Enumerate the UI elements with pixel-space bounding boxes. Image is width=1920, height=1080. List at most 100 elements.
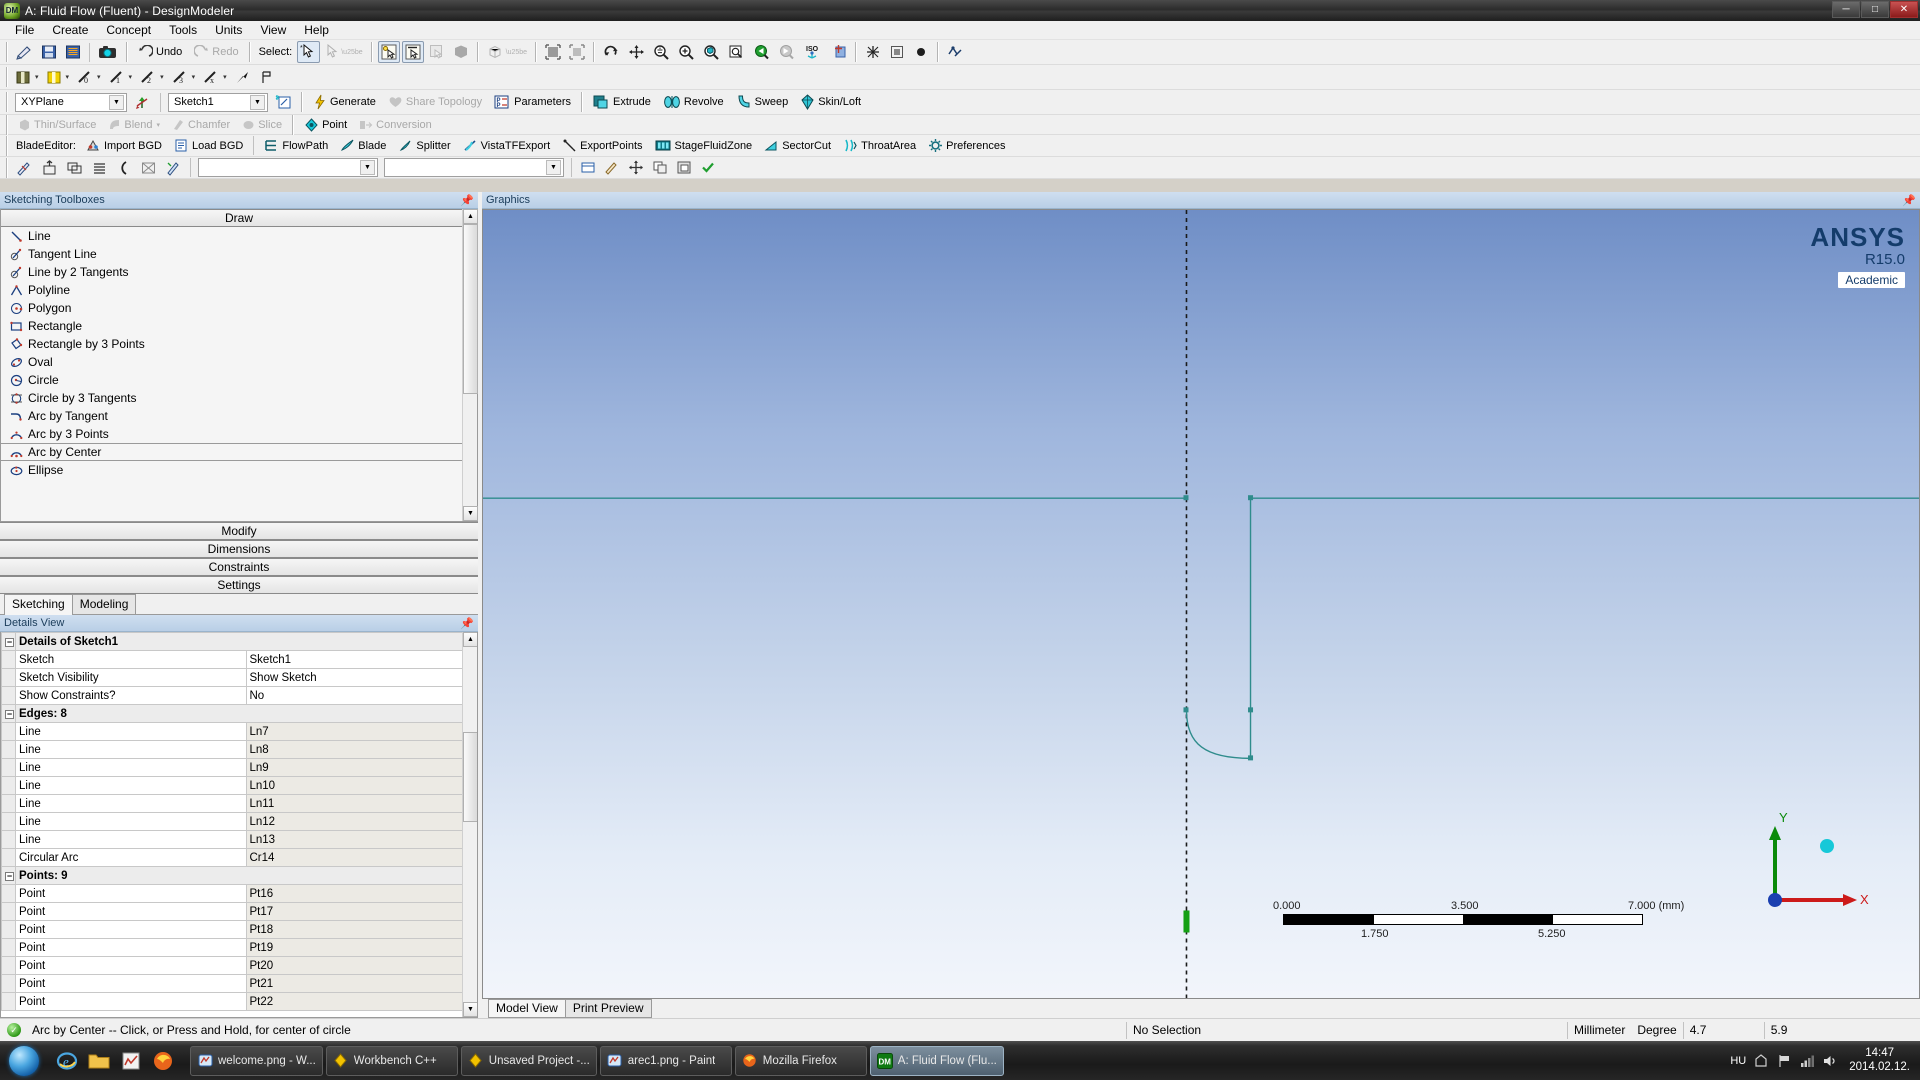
load-bgd-button[interactable]: Load BGD [169, 135, 248, 157]
toolbox-scrollbar[interactable]: ▲ ▼ [462, 209, 478, 521]
dim-copy-icon[interactable] [649, 157, 671, 179]
select-points-icon[interactable] [377, 41, 400, 63]
table-row[interactable]: Line Ln8 [1, 740, 477, 759]
generate-button[interactable]: Generate [308, 91, 381, 113]
tool-rectangle-by-3-points[interactable]: Rectangle by 3 Points [1, 335, 477, 353]
pin-icon[interactable]: 📌 [460, 194, 474, 207]
point-button[interactable]: Point [299, 114, 352, 136]
select-bodies-icon[interactable] [450, 41, 472, 63]
row-value[interactable]: No [245, 686, 477, 705]
task-arec1-png[interactable]: arec1.png - Paint [599, 1045, 732, 1076]
row-value[interactable]: Pt21 [245, 974, 477, 993]
save-as-icon[interactable] [62, 41, 84, 63]
menu-tools[interactable]: Tools [160, 21, 206, 39]
previous-view-icon[interactable] [750, 41, 773, 63]
export-points-button[interactable]: ExportPoints [557, 135, 647, 157]
internet-explorer-icon[interactable]: e [52, 1045, 82, 1077]
dimensions-group-header[interactable]: Dimensions [0, 540, 478, 558]
row-value[interactable]: Ln8 [245, 740, 477, 759]
select-edges-icon[interactable] [401, 41, 424, 63]
firefox-icon[interactable] [148, 1045, 178, 1077]
look-at-icon[interactable] [827, 41, 850, 63]
show-desktop-icon[interactable] [1753, 1053, 1769, 1069]
flag-icon[interactable] [1776, 1053, 1792, 1069]
extrude-1-icon[interactable]: 1 ▾ [106, 66, 136, 88]
plane-selector[interactable]: XYPlane ▼ [15, 92, 127, 112]
task-mozilla-firefox[interactable]: Mozilla Firefox [734, 1045, 867, 1076]
screenshot-icon[interactable] [95, 41, 121, 63]
new-plane-icon[interactable]: ▾ [13, 66, 42, 88]
tool-arc-by-center[interactable]: Arc by Center [1, 443, 477, 461]
network-icon[interactable] [1799, 1053, 1815, 1069]
tool-oval[interactable]: Oval [1, 353, 477, 371]
table-row[interactable]: Line Ln13 [1, 830, 477, 849]
tool-tangent-line[interactable]: Tangent Line [1, 245, 477, 263]
dim-display-icon[interactable] [577, 157, 599, 179]
row-value[interactable]: Pt18 [245, 920, 477, 939]
task-welcome-png[interactable]: welcome.png - W... [190, 1045, 323, 1076]
modify-group-header[interactable]: Modify [0, 522, 478, 540]
table-row[interactable]: Sketch Sketch1 [1, 650, 477, 669]
close-button[interactable]: ✕ [1890, 1, 1918, 18]
chevron-down-icon[interactable]: ▼ [360, 160, 375, 175]
single-select-icon[interactable]: * [297, 41, 321, 63]
extrude-x-icon[interactable]: x ▾ [200, 66, 230, 88]
wireframe-icon[interactable] [944, 41, 966, 63]
display-plane-icon[interactable] [886, 41, 908, 63]
table-row[interactable]: Point Pt18 [1, 920, 477, 939]
extrude-3-icon[interactable]: 3 ▾ [169, 66, 199, 88]
scroll-up-icon[interactable]: ▲ [463, 209, 478, 224]
next-view-icon[interactable] [775, 41, 798, 63]
table-row[interactable]: Line Ln12 [1, 812, 477, 831]
minimize-button[interactable]: ─ [1832, 1, 1860, 18]
vista-tf-export-button[interactable]: VistaTFExport [458, 135, 556, 157]
sketch-instance-icon[interactable] [162, 157, 185, 179]
settings-group-header[interactable]: Settings [0, 576, 478, 594]
extrude-0-icon[interactable]: 0 ▾ [74, 66, 104, 88]
maximize-button[interactable]: □ [1861, 1, 1889, 18]
stage-fluid-zone-button[interactable]: StageFluidZone [650, 135, 758, 157]
table-row[interactable]: Point Pt20 [1, 956, 477, 975]
tool-line-by-2-tangents[interactable]: Line by 2 Tangents [1, 263, 477, 281]
row-value[interactable]: Ln11 [245, 794, 477, 813]
tool-circle[interactable]: Circle [1, 371, 477, 389]
tab-print-preview[interactable]: Print Preview [564, 999, 652, 1018]
sketch-extrude-icon[interactable] [38, 157, 61, 179]
scrollbar-thumb[interactable] [463, 224, 478, 394]
scroll-down-icon[interactable]: ▼ [463, 506, 478, 521]
menu-help[interactable]: Help [295, 21, 338, 39]
graphics-viewport[interactable]: ANSYS R15.0 Academic 0.000 3.500 7.000 (… [482, 209, 1920, 999]
sketch-arc-icon[interactable] [113, 157, 135, 179]
tool-circle-by-3-tangents[interactable]: Circle by 3 Tangents [1, 389, 477, 407]
sketch-list-icon[interactable] [88, 157, 111, 179]
sketch-box-icon[interactable] [137, 157, 160, 179]
fit-all-icon[interactable] [566, 41, 588, 63]
dim-paste-icon[interactable] [673, 157, 695, 179]
parameters-button[interactable]: PP Parameters [489, 91, 576, 113]
menu-view[interactable]: View [251, 21, 295, 39]
row-value[interactable]: Show Sketch [245, 668, 477, 687]
extrude-2-icon[interactable]: 2 ▾ [137, 66, 167, 88]
fit-selection-icon[interactable] [542, 41, 564, 63]
collapse-icon[interactable]: − [5, 709, 14, 719]
dim-apply-icon[interactable] [697, 157, 719, 179]
new-sketch-icon[interactable] [13, 41, 36, 63]
tool-polyline[interactable]: Polyline [1, 281, 477, 299]
tab-model-view[interactable]: Model View [488, 999, 566, 1018]
tool-line[interactable]: Line [1, 227, 477, 245]
row-value[interactable]: Pt19 [245, 938, 477, 957]
table-row[interactable]: Sketch Visibility Show Sketch [1, 668, 477, 687]
row-value[interactable]: Cr14 [245, 848, 477, 867]
preferences-button[interactable]: Preferences [923, 135, 1010, 157]
language-indicator[interactable]: HU [1730, 1055, 1746, 1067]
sketch-copy-icon[interactable] [63, 157, 86, 179]
new-sketch-plane-icon[interactable]: ▾ [44, 66, 73, 88]
extrude-button[interactable]: Extrude [588, 91, 656, 113]
sketch-selector[interactable]: Sketch1 ▼ [168, 92, 268, 112]
box-zoom-icon[interactable] [700, 41, 723, 63]
details-scrollbar[interactable]: ▲ ▼ [462, 632, 477, 1017]
menu-file[interactable]: File [6, 21, 43, 39]
tool-polygon[interactable]: Polygon [1, 299, 477, 317]
table-row[interactable]: Line Ln7 [1, 722, 477, 741]
details-group-points[interactable]: − Points: 9 [1, 866, 477, 885]
